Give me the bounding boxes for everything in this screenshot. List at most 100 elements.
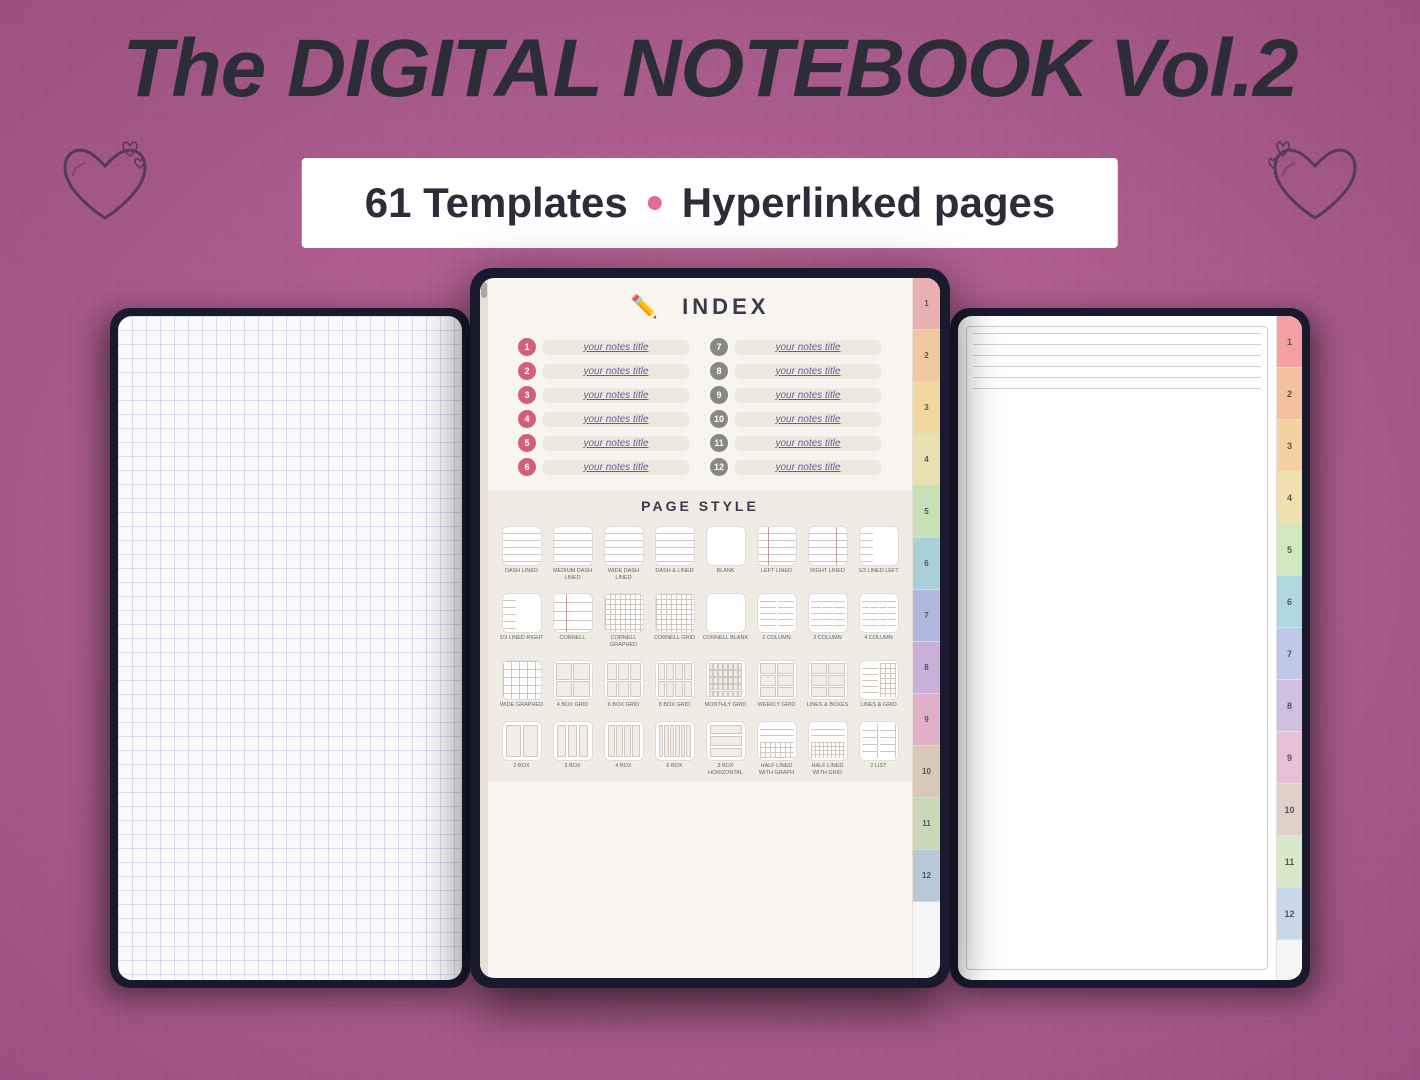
page-style-row4: 2 BOX 3 BOX 4 BOX (488, 715, 912, 782)
right-tab-10[interactable]: 10 (1277, 784, 1302, 836)
style-2box[interactable]: 2 BOX (498, 721, 545, 776)
style-dash-and-lined[interactable]: DASH & LINED (651, 526, 698, 581)
style-cornell-grid[interactable]: CORNELL GRID (651, 593, 698, 648)
center-tab-7[interactable]: 7 (913, 590, 940, 642)
style-label-4col: 4 COLUMN (864, 635, 892, 642)
thumb-2list (859, 721, 899, 761)
style-3box[interactable]: 3 BOX (549, 721, 596, 776)
right-tab-7[interactable]: 7 (1277, 628, 1302, 680)
right-line (973, 355, 1261, 356)
style-lines-boxes[interactable]: LINES & BOXES (804, 660, 851, 709)
index-num-10[interactable]: 10 (710, 410, 728, 428)
right-tab-5[interactable]: 5 (1277, 524, 1302, 576)
index-item-7: 7 your notes title (710, 338, 882, 356)
style-4box2[interactable]: 4 BOX (600, 721, 647, 776)
right-tab-11[interactable]: 11 (1277, 836, 1302, 888)
center-tab-3[interactable]: 3 (913, 382, 940, 434)
right-tab-1[interactable]: 1 (1277, 316, 1302, 368)
style-2list[interactable]: 2 LIST (855, 721, 902, 776)
style-dash-lined[interactable]: DASH LINED (498, 526, 545, 581)
style-label-blank: BLANK (716, 568, 734, 575)
index-num-11[interactable]: 11 (710, 434, 728, 452)
index-link-9[interactable]: your notes title (734, 388, 882, 403)
style-lines-grid[interactable]: LINES & GRID (855, 660, 902, 709)
style-monthly-grid[interactable]: MONTHLY GRID (702, 660, 749, 709)
thumb-6box2 (655, 721, 695, 761)
center-tab-4[interactable]: 4 (913, 434, 940, 486)
style-wide-graphed[interactable]: WIDE GRAPHED (498, 660, 545, 709)
center-tab-12[interactable]: 12 (913, 850, 940, 902)
subtitle-box: 61 Templates Hyperlinked pages (302, 158, 1118, 248)
style-third-lined-right[interactable]: 1/3 LINED RIGHT (498, 593, 545, 648)
index-link-5[interactable]: your notes title (542, 436, 690, 451)
style-weekly-grid[interactable]: WEEKLY GRID (753, 660, 800, 709)
style-blank[interactable]: BLANK (702, 526, 749, 581)
style-label-lines-boxes: LINES & BOXES (807, 702, 849, 709)
style-cornell-graphed[interactable]: CORNELL GRAPHED (600, 593, 647, 648)
center-tab-9[interactable]: 9 (913, 694, 940, 746)
style-label-wide-dash: WIDE DASH LINED (600, 568, 647, 581)
index-num-2[interactable]: 2 (518, 362, 536, 380)
index-link-4[interactable]: your notes title (542, 412, 690, 427)
page-style-header: PAGE STYLE (488, 490, 912, 520)
index-link-2[interactable]: your notes title (542, 364, 690, 379)
style-4col[interactable]: 4 COLUMN (855, 593, 902, 648)
right-tab-12[interactable]: 12 (1277, 888, 1302, 940)
index-num-5[interactable]: 5 (518, 434, 536, 452)
center-tab-5[interactable]: 5 (913, 486, 940, 538)
right-tab-2[interactable]: 2 (1277, 368, 1302, 420)
style-6box-grid[interactable]: 6 BOX GRID (600, 660, 647, 709)
style-label-4box2: 4 BOX (615, 763, 631, 770)
thumb-monthly-grid (706, 660, 746, 700)
style-3box-horiz[interactable]: 3 BOX HORIZONTAL (702, 721, 749, 776)
style-4box-grid[interactable]: 4 BOX GRID (549, 660, 596, 709)
style-cornell-blank[interactable]: CORNELL BLANK (702, 593, 749, 648)
style-cornell[interactable]: CORNELL (549, 593, 596, 648)
index-num-12[interactable]: 12 (710, 458, 728, 476)
index-num-7[interactable]: 7 (710, 338, 728, 356)
style-2col[interactable]: 2 COLUMN (753, 593, 800, 648)
index-num-8[interactable]: 8 (710, 362, 728, 380)
index-num-1[interactable]: 1 (518, 338, 536, 356)
style-6box2[interactable]: 6 BOX (651, 721, 698, 776)
index-num-4[interactable]: 4 (518, 410, 536, 428)
center-tab-6[interactable]: 6 (913, 538, 940, 590)
style-half-lined-graph[interactable]: HALF LINED WITH GRAPH (753, 721, 800, 776)
right-tab-4[interactable]: 4 (1277, 472, 1302, 524)
style-3col[interactable]: 3 COLUMN (804, 593, 851, 648)
index-item-12: 12 your notes title (710, 458, 882, 476)
index-link-12[interactable]: your notes title (734, 460, 882, 475)
style-medium-dash-lined[interactable]: MEDIUM DASH LINED (549, 526, 596, 581)
index-link-11[interactable]: your notes title (734, 436, 882, 451)
center-tab-1[interactable]: 1 (913, 278, 940, 330)
style-wide-dash-lined[interactable]: WIDE DASH LINED (600, 526, 647, 581)
center-tab-11[interactable]: 11 (913, 798, 940, 850)
style-right-lined[interactable]: RIGHT LINED (804, 526, 851, 581)
right-tab-3[interactable]: 3 (1277, 420, 1302, 472)
index-link-6[interactable]: your notes title (542, 460, 690, 475)
style-label-third-lined: 1/3 LINED LEFT (858, 568, 898, 575)
index-link-1[interactable]: your notes title (542, 340, 690, 355)
center-tab-8[interactable]: 8 (913, 642, 940, 694)
right-tab-9[interactable]: 9 (1277, 732, 1302, 784)
index-header: ✏️ INDEX (488, 278, 912, 330)
thumb-4box-grid (553, 660, 593, 700)
style-8box-grid[interactable]: 8 BOX GRID (651, 660, 698, 709)
center-tab-10[interactable]: 10 (913, 746, 940, 798)
index-num-9[interactable]: 9 (710, 386, 728, 404)
right-tab-6[interactable]: 6 (1277, 576, 1302, 628)
center-tab-2[interactable]: 2 (913, 330, 940, 382)
index-link-8[interactable]: your notes title (734, 364, 882, 379)
style-third-lined-left[interactable]: 1/3 LINED LEFT (855, 526, 902, 581)
style-half-lined-grid[interactable]: HALF LINED WITH GRID (804, 721, 851, 776)
style-label-dash-lined: DASH & LINED (655, 568, 693, 575)
right-tab-8[interactable]: 8 (1277, 680, 1302, 732)
index-link-7[interactable]: your notes title (734, 340, 882, 355)
index-link-3[interactable]: your notes title (542, 388, 690, 403)
style-left-lined[interactable]: LEFT LINED (753, 526, 800, 581)
index-num-6[interactable]: 6 (518, 458, 536, 476)
index-num-3[interactable]: 3 (518, 386, 536, 404)
style-label-2col: 2 COLUMN (762, 635, 790, 642)
index-link-10[interactable]: your notes title (734, 412, 882, 427)
right-line (973, 333, 1261, 334)
